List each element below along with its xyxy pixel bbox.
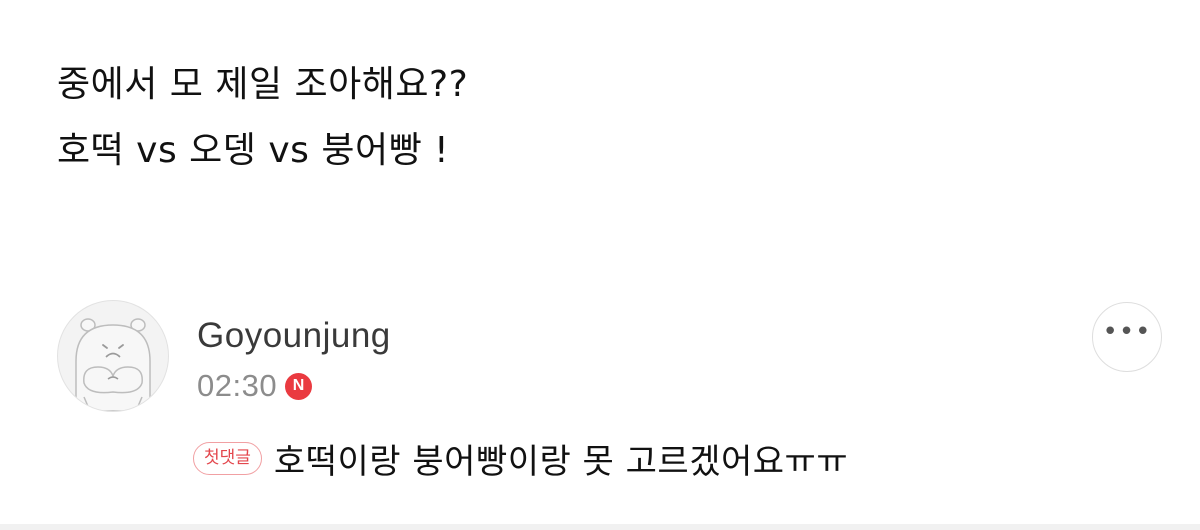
bottom-divider [0, 524, 1200, 530]
comment-author[interactable]: Goyounjung [197, 316, 391, 356]
comment-item: Goyounjung 02:30 N 첫댓글 호떡이랑 붕어빵이랑 못 고르겠어… [57, 300, 1162, 500]
more-options-button[interactable]: ••• [1092, 302, 1162, 372]
comment-time: 02:30 [197, 368, 278, 403]
comment-text: 호떡이랑 붕어빵이랑 못 고르겠어요ㅠㅠ [273, 442, 849, 482]
new-badge: N [285, 372, 313, 400]
first-comment-badge: 첫댓글 [193, 442, 262, 475]
comment-content: 첫댓글 호떡이랑 붕어빵이랑 못 고르겠어요ㅠㅠ [193, 434, 848, 483]
hamster-avatar-icon [75, 318, 151, 411]
more-horizontal-icon: ••• [1102, 317, 1152, 347]
post-body: 중에서 모 제일 조아해요?? 호떡 vs 오뎅 vs 붕어빵 ! [57, 52, 1160, 184]
comment-meta: 02:30 N [197, 368, 313, 404]
post-line-2: 호떡 vs 오뎅 vs 붕어빵 ! [57, 130, 450, 171]
post-line-1: 중에서 모 제일 조아해요?? [57, 64, 469, 105]
avatar[interactable] [57, 300, 169, 412]
